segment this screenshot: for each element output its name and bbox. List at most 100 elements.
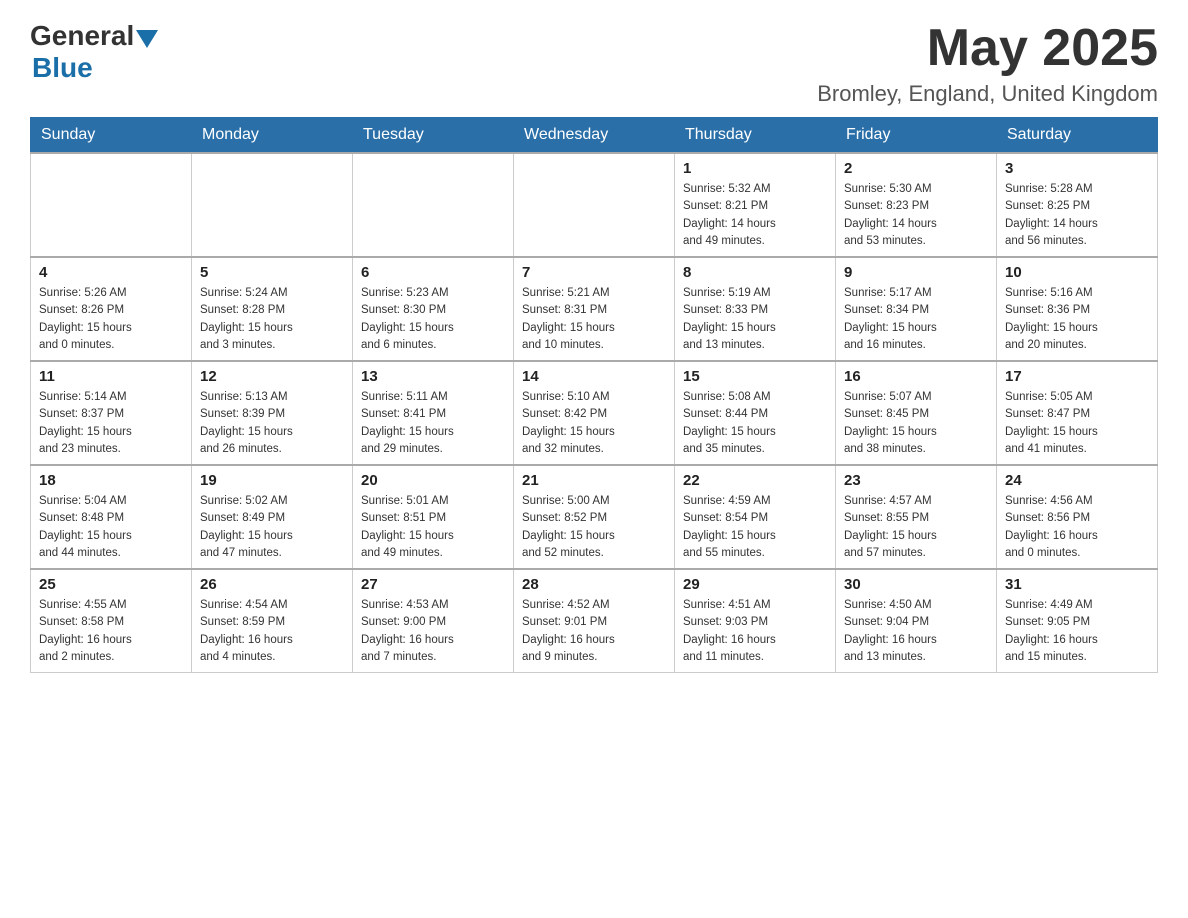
day-info: Sunrise: 4:49 AMSunset: 9:05 PMDaylight:… <box>1005 597 1149 666</box>
day-number: 12 <box>200 368 344 385</box>
calendar-day-cell: 11Sunrise: 5:14 AMSunset: 8:37 PMDayligh… <box>31 361 192 465</box>
calendar-week-row: 11Sunrise: 5:14 AMSunset: 8:37 PMDayligh… <box>31 361 1158 465</box>
day-info: Sunrise: 5:17 AMSunset: 8:34 PMDaylight:… <box>844 285 988 354</box>
day-number: 4 <box>39 264 183 281</box>
calendar-header-wednesday: Wednesday <box>514 118 675 154</box>
day-number: 1 <box>683 160 827 177</box>
calendar-day-cell <box>192 153 353 257</box>
day-info: Sunrise: 5:10 AMSunset: 8:42 PMDaylight:… <box>522 389 666 458</box>
calendar-day-cell: 24Sunrise: 4:56 AMSunset: 8:56 PMDayligh… <box>997 465 1158 569</box>
calendar-day-cell: 20Sunrise: 5:01 AMSunset: 8:51 PMDayligh… <box>353 465 514 569</box>
calendar-day-cell: 27 Sunrise: 4:53 AMSunset: 9:00 PMDayligh… <box>353 569 514 673</box>
day-info: Sunrise: 5:24 AMSunset: 8:28 PMDaylight:… <box>200 285 344 354</box>
calendar-week-row: 4Sunrise: 5:26 AMSunset: 8:26 PMDaylight… <box>31 257 1158 361</box>
day-number: 20 <box>361 472 505 489</box>
day-info: Sunrise: 5:11 AMSunset: 8:41 PMDaylight:… <box>361 389 505 458</box>
day-info: Sunrise: 5:08 AMSunset: 8:44 PMDaylight:… <box>683 389 827 458</box>
day-info: Sunrise: 4:55 AMSunset: 8:58 PMDaylight:… <box>39 597 183 666</box>
day-number: 21 <box>522 472 666 489</box>
calendar-day-cell: 29 Sunrise: 4:51 AMSunset: 9:03 PMDayligh… <box>675 569 836 673</box>
day-info: Sunrise: 4:56 AMSunset: 8:56 PMDaylight:… <box>1005 493 1149 562</box>
calendar-day-cell: 3 Sunrise: 5:28 AMSunset: 8:25 PMDaylight… <box>997 153 1158 257</box>
day-info: Sunrise: 5:16 AMSunset: 8:36 PMDaylight:… <box>1005 285 1149 354</box>
day-number: 13 <box>361 368 505 385</box>
day-number: 22 <box>683 472 827 489</box>
day-info: Sunrise: 5:02 AMSunset: 8:49 PMDaylight:… <box>200 493 344 562</box>
calendar-table: SundayMondayTuesdayWednesdayThursdayFrid… <box>30 117 1158 673</box>
calendar-day-cell: 12 Sunrise: 5:13 AMSunset: 8:39 PMDayligh… <box>192 361 353 465</box>
calendar-day-cell: 1Sunrise: 5:32 AMSunset: 8:21 PMDaylight… <box>675 153 836 257</box>
calendar-week-row: 18 Sunrise: 5:04 AMSunset: 8:48 PMDayligh… <box>31 465 1158 569</box>
calendar-header-row: SundayMondayTuesdayWednesdayThursdayFrid… <box>31 118 1158 154</box>
calendar-week-row: 1Sunrise: 5:32 AMSunset: 8:21 PMDaylight… <box>31 153 1158 257</box>
day-info: Sunrise: 4:51 AMSunset: 9:03 PMDaylight:… <box>683 597 827 666</box>
calendar-day-cell: 6 Sunrise: 5:23 AMSunset: 8:30 PMDaylight… <box>353 257 514 361</box>
day-number: 17 <box>1005 368 1149 385</box>
day-number: 27 <box>361 576 505 593</box>
calendar-day-cell: 2 Sunrise: 5:30 AMSunset: 8:23 PMDaylight… <box>836 153 997 257</box>
calendar-header-thursday: Thursday <box>675 118 836 154</box>
calendar-day-cell: 13 Sunrise: 5:11 AMSunset: 8:41 PMDayligh… <box>353 361 514 465</box>
calendar-day-cell <box>353 153 514 257</box>
calendar-day-cell: 22Sunrise: 4:59 AMSunset: 8:54 PMDayligh… <box>675 465 836 569</box>
day-info: Sunrise: 5:05 AMSunset: 8:47 PMDaylight:… <box>1005 389 1149 458</box>
day-info: Sunrise: 4:52 AMSunset: 9:01 PMDaylight:… <box>522 597 666 666</box>
calendar-day-cell: 14 Sunrise: 5:10 AMSunset: 8:42 PMDayligh… <box>514 361 675 465</box>
logo-general-text: General <box>30 20 134 52</box>
calendar-day-cell: 5 Sunrise: 5:24 AMSunset: 8:28 PMDaylight… <box>192 257 353 361</box>
day-number: 26 <box>200 576 344 593</box>
calendar-day-cell: 19 Sunrise: 5:02 AMSunset: 8:49 PMDayligh… <box>192 465 353 569</box>
day-number: 3 <box>1005 160 1149 177</box>
calendar-day-cell: 7Sunrise: 5:21 AMSunset: 8:31 PMDaylight… <box>514 257 675 361</box>
day-info: Sunrise: 4:50 AMSunset: 9:04 PMDaylight:… <box>844 597 988 666</box>
location-text: Bromley, England, United Kingdom <box>817 81 1158 107</box>
calendar-day-cell: 25Sunrise: 4:55 AMSunset: 8:58 PMDayligh… <box>31 569 192 673</box>
day-info: Sunrise: 4:54 AMSunset: 8:59 PMDaylight:… <box>200 597 344 666</box>
day-number: 14 <box>522 368 666 385</box>
day-info: Sunrise: 5:19 AMSunset: 8:33 PMDaylight:… <box>683 285 827 354</box>
day-number: 31 <box>1005 576 1149 593</box>
calendar-day-cell: 15 Sunrise: 5:08 AMSunset: 8:44 PMDayligh… <box>675 361 836 465</box>
day-info: Sunrise: 4:53 AMSunset: 9:00 PMDaylight:… <box>361 597 505 666</box>
calendar-day-cell: 18 Sunrise: 5:04 AMSunset: 8:48 PMDayligh… <box>31 465 192 569</box>
day-number: 29 <box>683 576 827 593</box>
day-info: Sunrise: 5:13 AMSunset: 8:39 PMDaylight:… <box>200 389 344 458</box>
day-number: 10 <box>1005 264 1149 281</box>
calendar-day-cell: 4Sunrise: 5:26 AMSunset: 8:26 PMDaylight… <box>31 257 192 361</box>
calendar-header-friday: Friday <box>836 118 997 154</box>
calendar-header-saturday: Saturday <box>997 118 1158 154</box>
calendar-day-cell: 10 Sunrise: 5:16 AMSunset: 8:36 PMDayligh… <box>997 257 1158 361</box>
calendar-day-cell: 28Sunrise: 4:52 AMSunset: 9:01 PMDayligh… <box>514 569 675 673</box>
day-info: Sunrise: 4:57 AMSunset: 8:55 PMDaylight:… <box>844 493 988 562</box>
calendar-day-cell: 17 Sunrise: 5:05 AMSunset: 8:47 PMDayligh… <box>997 361 1158 465</box>
day-number: 9 <box>844 264 988 281</box>
calendar-day-cell <box>514 153 675 257</box>
day-info: Sunrise: 5:14 AMSunset: 8:37 PMDaylight:… <box>39 389 183 458</box>
day-number: 19 <box>200 472 344 489</box>
logo: General Blue <box>30 20 158 84</box>
day-info: Sunrise: 5:30 AMSunset: 8:23 PMDaylight:… <box>844 181 988 250</box>
logo-triangle-icon <box>136 30 158 48</box>
calendar-day-cell: 23Sunrise: 4:57 AMSunset: 8:55 PMDayligh… <box>836 465 997 569</box>
day-info: Sunrise: 5:23 AMSunset: 8:30 PMDaylight:… <box>361 285 505 354</box>
day-number: 8 <box>683 264 827 281</box>
day-info: Sunrise: 5:28 AMSunset: 8:25 PMDaylight:… <box>1005 181 1149 250</box>
day-number: 2 <box>844 160 988 177</box>
day-info: Sunrise: 5:07 AMSunset: 8:45 PMDaylight:… <box>844 389 988 458</box>
page-header: General Blue May 2025 Bromley, England, … <box>30 20 1158 107</box>
calendar-day-cell: 8 Sunrise: 5:19 AMSunset: 8:33 PMDaylight… <box>675 257 836 361</box>
day-number: 16 <box>844 368 988 385</box>
calendar-day-cell <box>31 153 192 257</box>
calendar-day-cell: 31 Sunrise: 4:49 AMSunset: 9:05 PMDayligh… <box>997 569 1158 673</box>
day-info: Sunrise: 5:04 AMSunset: 8:48 PMDaylight:… <box>39 493 183 562</box>
month-title: May 2025 <box>817 20 1158 77</box>
day-number: 6 <box>361 264 505 281</box>
logo-blue-text: Blue <box>32 52 93 84</box>
calendar-day-cell: 9 Sunrise: 5:17 AMSunset: 8:34 PMDaylight… <box>836 257 997 361</box>
calendar-header-sunday: Sunday <box>31 118 192 154</box>
day-number: 30 <box>844 576 988 593</box>
day-number: 15 <box>683 368 827 385</box>
day-number: 18 <box>39 472 183 489</box>
day-number: 5 <box>200 264 344 281</box>
calendar-header-tuesday: Tuesday <box>353 118 514 154</box>
